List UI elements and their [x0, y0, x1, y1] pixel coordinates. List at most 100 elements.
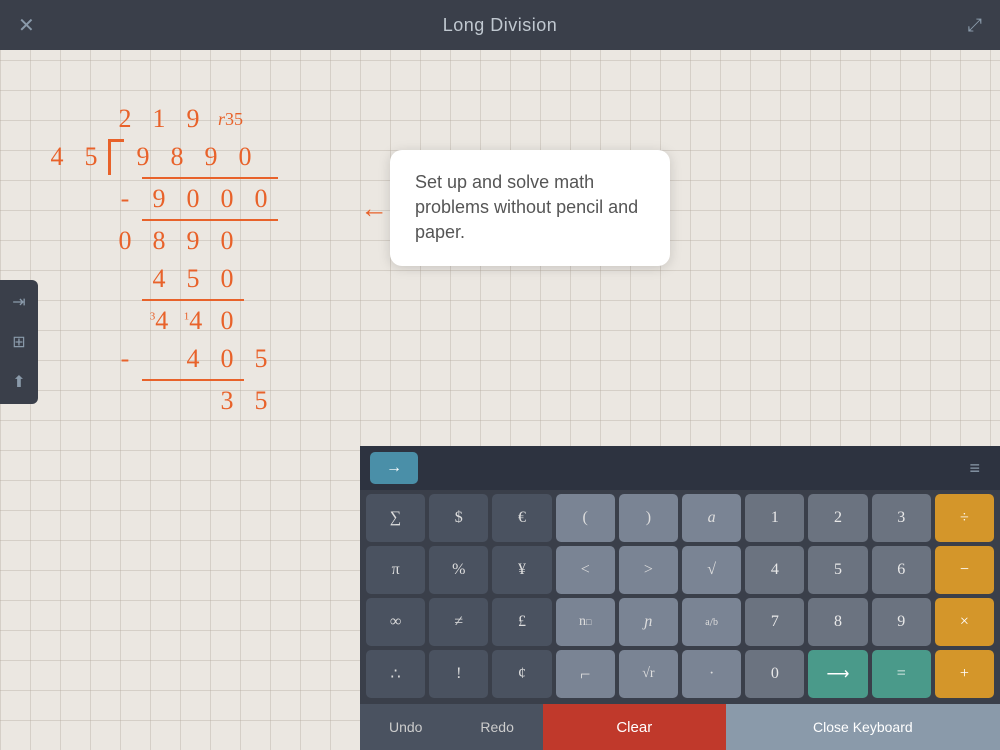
- key-minus[interactable]: −: [935, 546, 994, 594]
- key-plus[interactable]: +: [935, 650, 994, 698]
- key-0[interactable]: 0: [745, 650, 804, 698]
- key-2[interactable]: 2: [808, 494, 867, 542]
- key-percent[interactable]: %: [429, 546, 488, 594]
- key-sqrt-r[interactable]: √r: [619, 650, 678, 698]
- key-not-equal[interactable]: ≠: [429, 598, 488, 646]
- key-cent[interactable]: ¢: [492, 650, 551, 698]
- key-pi[interactable]: π: [366, 546, 425, 594]
- step3-digit-3: 0: [210, 306, 244, 336]
- clear-button[interactable]: Clear: [543, 704, 726, 750]
- left-sidebar: ⇥ ⊞ ⬆: [0, 280, 38, 404]
- dividend-digit-4: 0: [228, 142, 262, 172]
- divisor-digit-1: 4: [40, 142, 74, 172]
- key-sum[interactable]: ∑: [366, 494, 425, 542]
- expand-icon[interactable]: ⤢: [968, 15, 982, 36]
- key-sqrt[interactable]: √: [682, 546, 741, 594]
- tooltip-arrow-icon: ←: [360, 188, 388, 227]
- key-floor[interactable]: ⌐: [556, 650, 615, 698]
- key-exclaim[interactable]: !: [429, 650, 488, 698]
- result1-digit-3: 9: [176, 226, 210, 256]
- page-title: Long Division: [443, 15, 558, 36]
- step2-digit-1: 4: [142, 264, 176, 294]
- result1-digit-2: 8: [142, 226, 176, 256]
- close-icon[interactable]: ✕: [18, 13, 35, 38]
- keyboard-lines-icon: ≡: [969, 458, 980, 479]
- key-euro[interactable]: €: [492, 494, 551, 542]
- key-dollar[interactable]: $: [429, 494, 488, 542]
- key-equals[interactable]: =: [872, 650, 931, 698]
- division-line-3: [142, 299, 244, 301]
- subtract-sign-2: -: [108, 344, 142, 374]
- division-line-2: [142, 219, 278, 221]
- keyboard-toolbar: → ≡: [360, 446, 1000, 490]
- redo-button[interactable]: Redo: [451, 704, 542, 750]
- kb-row-3: ∞ ≠ £ n□ ɲ a/b 7 8 9 ×: [366, 598, 994, 646]
- step3-digit-1: 34: [142, 306, 176, 336]
- key-n-superscript[interactable]: n□: [556, 598, 615, 646]
- key-close-paren[interactable]: ): [619, 494, 678, 542]
- sub2-digit-1: 4: [176, 344, 210, 374]
- sub2-digit-2: 0: [210, 344, 244, 374]
- dividend-digit-3: 9: [194, 142, 228, 172]
- key-open-paren[interactable]: (: [556, 494, 615, 542]
- tooltip-text: Set up and solve math problems without p…: [415, 172, 638, 242]
- subtract-sign-1: -: [108, 184, 142, 214]
- key-right-arrow[interactable]: ⟶: [808, 650, 867, 698]
- key-4[interactable]: 4: [745, 546, 804, 594]
- key-therefore[interactable]: ∴: [366, 650, 425, 698]
- quotient-digit-1: 2: [108, 104, 142, 134]
- key-fraction[interactable]: a/b: [682, 598, 741, 646]
- key-pound[interactable]: £: [492, 598, 551, 646]
- key-6[interactable]: 6: [872, 546, 931, 594]
- key-multiply[interactable]: ×: [935, 598, 994, 646]
- division-line-1: [142, 177, 278, 179]
- sub1-digit-1: 9: [142, 184, 176, 214]
- kb-row-2: π % ¥ < > √ 4 5 6 −: [366, 546, 994, 594]
- close-keyboard-button[interactable]: Close Keyboard: [726, 704, 1000, 750]
- sub1-digit-2: 0: [176, 184, 210, 214]
- key-infinity[interactable]: ∞: [366, 598, 425, 646]
- math-workspace: 2 1 9 r35 4 5 9 8 9 0 - 9 0 0 0 0 8 9 0 …: [40, 100, 278, 420]
- dividend-digit-2: 8: [160, 142, 194, 172]
- division-line-4: [142, 379, 244, 381]
- sub1-digit-4: 0: [244, 184, 278, 214]
- key-greater-than[interactable]: >: [619, 546, 678, 594]
- keyboard-arrow-button[interactable]: →: [370, 452, 418, 484]
- kb-row-4: ∴ ! ¢ ⌐ √r · 0 ⟶ = +: [366, 650, 994, 698]
- keyboard: → ≡ ∑ $ € ( ) a 1 2 3 ÷ π % ¥ < > √ 4 5: [360, 446, 1000, 750]
- key-dot[interactable]: ·: [682, 650, 741, 698]
- step2-digit-2: 5: [176, 264, 210, 294]
- divisor-digit-2: 5: [74, 142, 108, 172]
- key-7[interactable]: 7: [745, 598, 804, 646]
- sidebar-share-icon[interactable]: ⬆: [8, 368, 29, 396]
- final-digit-3: 5: [244, 386, 278, 416]
- sidebar-import-icon[interactable]: ⇥: [8, 288, 29, 316]
- quotient-digit-3: 9: [176, 104, 210, 134]
- key-9[interactable]: 9: [872, 598, 931, 646]
- sub2-digit-3: 5: [244, 344, 278, 374]
- key-3[interactable]: 3: [872, 494, 931, 542]
- division-bracket: [108, 139, 124, 175]
- tooltip-box: ← Set up and solve math problems without…: [390, 150, 670, 266]
- sub1-digit-3: 0: [210, 184, 244, 214]
- quotient-digit-2: 1: [142, 104, 176, 134]
- header-bar: ✕ Long Division ⤢: [0, 0, 1000, 50]
- final-digit-2: 3: [210, 386, 244, 416]
- key-divide[interactable]: ÷: [935, 494, 994, 542]
- key-less-than[interactable]: <: [556, 546, 615, 594]
- sidebar-grid-icon[interactable]: ⊞: [8, 328, 29, 356]
- key-n-stroke[interactable]: ɲ: [619, 598, 678, 646]
- keyboard-key-rows: ∑ $ € ( ) a 1 2 3 ÷ π % ¥ < > √ 4 5 6 − …: [360, 490, 1000, 704]
- key-8[interactable]: 8: [808, 598, 867, 646]
- key-var-a[interactable]: a: [682, 494, 741, 542]
- keyboard-bottom-row: Undo Redo Clear Close Keyboard: [360, 704, 1000, 750]
- step2-digit-3: 0: [210, 264, 244, 294]
- kb-row-1: ∑ $ € ( ) a 1 2 3 ÷: [366, 494, 994, 542]
- key-1[interactable]: 1: [745, 494, 804, 542]
- key-5[interactable]: 5: [808, 546, 867, 594]
- key-yen[interactable]: ¥: [492, 546, 551, 594]
- result1-digit-1: 0: [108, 226, 142, 256]
- dividend-digit-1: 9: [126, 142, 160, 172]
- result1-digit-4: 0: [210, 226, 244, 256]
- undo-button[interactable]: Undo: [360, 704, 451, 750]
